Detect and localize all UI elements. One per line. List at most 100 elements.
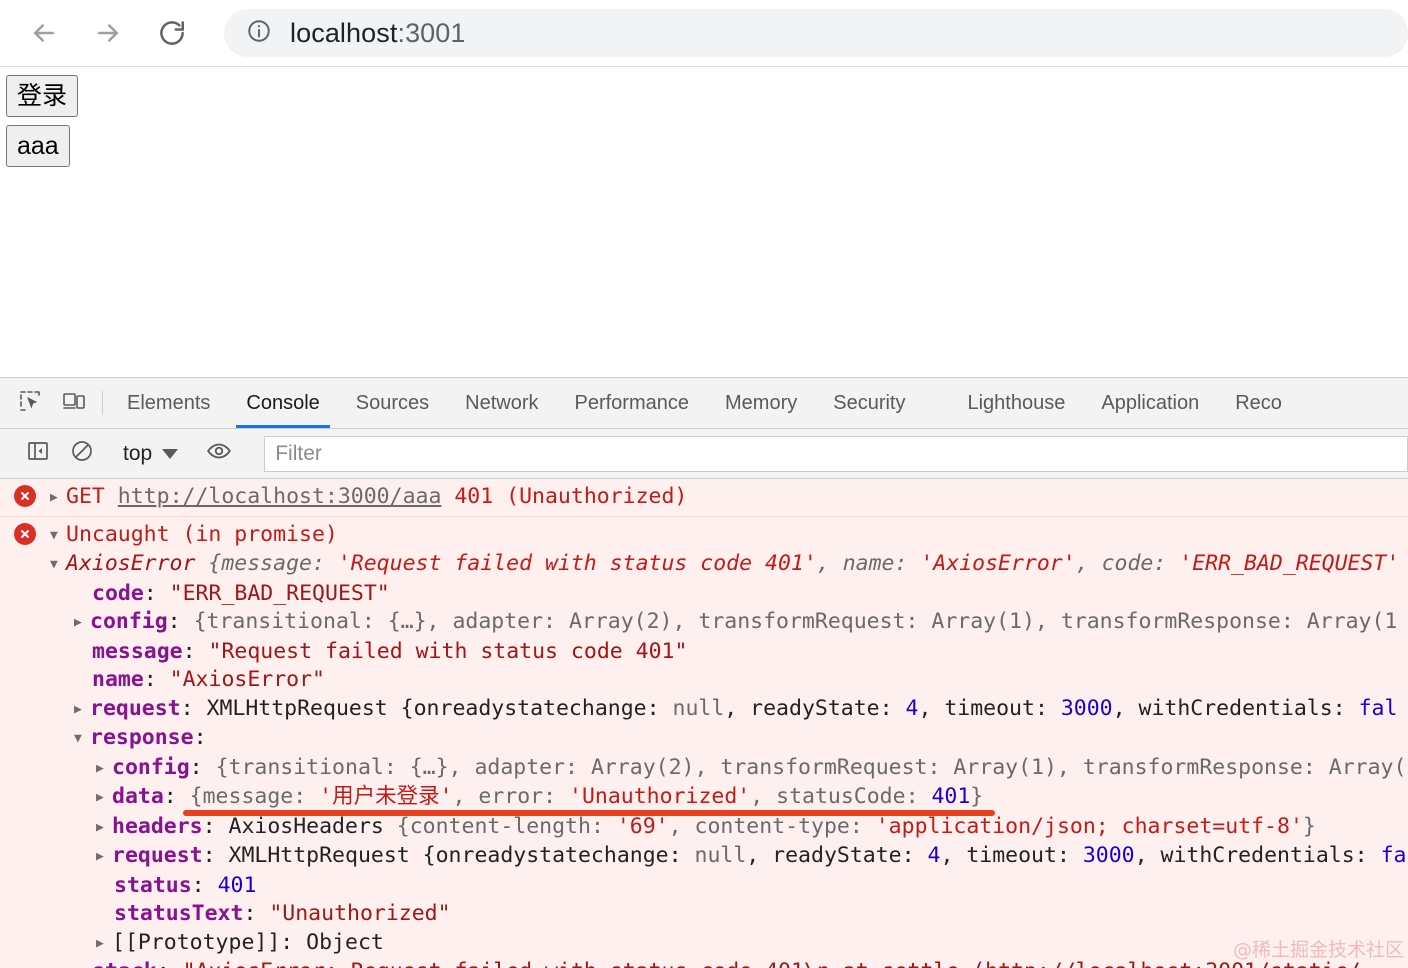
prop-key-code: code <box>92 580 144 606</box>
tab-network[interactable]: Network <box>447 378 556 428</box>
expand-triangle-icon[interactable]: ▶ <box>96 843 112 872</box>
type-axiosheaders: AxiosHeaders <box>228 813 397 839</box>
prop-key-name: name <box>92 667 144 692</box>
collapse-triangle-icon[interactable]: ▼ <box>50 551 66 580</box>
execution-context-select[interactable]: top <box>117 442 184 466</box>
prop-val-prototype: Object <box>306 929 384 955</box>
prop-key-response-data: data <box>112 784 164 809</box>
status-text: (Unauthorized) <box>506 484 688 509</box>
reload-icon <box>157 18 187 48</box>
expand-triangle-icon[interactable]: ▶ <box>50 484 66 513</box>
separator: , <box>1075 551 1102 576</box>
prop-key-config: config <box>90 609 168 634</box>
expand-triangle-icon[interactable]: ▶ <box>74 609 90 638</box>
prop-key-statustext: statusText <box>114 901 244 926</box>
arrow-left-icon <box>29 18 59 48</box>
expand-triangle-icon[interactable]: ▶ <box>96 930 112 959</box>
expand-triangle-icon[interactable]: ▶ <box>96 814 112 843</box>
key-error: , error: <box>452 784 570 809</box>
brace: } <box>1302 813 1316 839</box>
tab-performance[interactable]: Performance <box>557 378 708 428</box>
tab-security[interactable]: Security <box>815 378 923 428</box>
console-toolbar: top <box>0 429 1408 479</box>
prop-val-name: 'AxiosError' <box>907 551 1076 576</box>
info-circle-icon[interactable] <box>246 18 272 49</box>
value-statuscode: 401 <box>931 784 971 809</box>
tab-label: Console <box>246 391 320 414</box>
console-message-uncaught-error[interactable]: ▼ Uncaught (in promise) ▼ AxiosError {mess… <box>0 517 1408 968</box>
tab-sources[interactable]: Sources <box>338 378 447 428</box>
expand-triangle-icon[interactable]: ▶ <box>96 755 112 784</box>
prop-key-name: name: <box>842 551 908 576</box>
tab-label: Network <box>465 391 539 414</box>
inspect-element-button[interactable] <box>8 378 52 428</box>
prop-key-request: request <box>90 695 181 721</box>
tab-label: Reco <box>1235 391 1282 414</box>
console-filter-input[interactable] <box>264 435 1408 472</box>
tab-recorder[interactable]: Reco <box>1217 378 1300 428</box>
expand-triangle-icon[interactable]: ▶ <box>74 696 90 725</box>
tab-label: Elements <box>127 391 211 414</box>
back-button[interactable] <box>20 9 68 57</box>
brace: } <box>970 784 984 809</box>
browser-toolbar: localhost:3001 <box>0 0 1408 67</box>
tab-memory[interactable]: Memory <box>707 378 815 428</box>
prop-key-message: message: <box>221 551 325 576</box>
prop-key-response-config: config <box>112 754 190 780</box>
prop-key-message: message <box>92 638 183 664</box>
prop-val-response-config: {transitional: {…}, adapter: Array(2), t… <box>215 754 1407 780</box>
forward-button[interactable] <box>84 9 132 57</box>
collapse-triangle-icon[interactable]: ▼ <box>50 522 66 551</box>
value-null: null <box>672 695 725 721</box>
key-statuscode: , statusCode: <box>750 784 932 809</box>
error-type-name: AxiosError <box>66 551 196 576</box>
prop-val-name: "AxiosError" <box>169 667 326 692</box>
url-port: :3001 <box>397 17 466 48</box>
prop-key-response-headers: headers <box>112 813 203 839</box>
brace: {message: <box>189 784 320 809</box>
toolbar-divider <box>102 391 103 415</box>
prop-val-code: 'ERR_BAD_REQUEST' <box>1166 551 1400 576</box>
live-expression-button[interactable] <box>197 438 241 469</box>
devtools-tabbar: Elements Console Sources Network Perform… <box>0 378 1408 429</box>
prop-val-message: "Request failed with status code 401" <box>208 638 688 664</box>
live-expression-icon <box>206 438 232 469</box>
collapse-triangle-icon[interactable]: ▼ <box>74 725 90 754</box>
url-host: localhost <box>290 17 398 48</box>
tab-label: Application <box>1101 391 1200 414</box>
prop-val-message: 'Request failed with status code 401' <box>324 551 817 576</box>
expand-triangle-icon[interactable]: ▶ <box>96 784 112 813</box>
console-output[interactable]: ▶ GET http://localhost:3000/aaa 401 (Unau… <box>0 479 1408 968</box>
devtools-panel: Elements Console Sources Network Perform… <box>0 377 1408 968</box>
reload-button[interactable] <box>148 9 196 57</box>
request-url-link[interactable]: http://localhost:3000/aaa <box>118 484 442 509</box>
tab-lighthouse[interactable]: Lighthouse <box>949 378 1083 428</box>
inspect-element-icon <box>18 389 42 418</box>
arrow-right-icon <box>93 18 123 48</box>
console-message-network-error[interactable]: ▶ GET http://localhost:3000/aaa 401 (Unau… <box>0 479 1408 517</box>
prop-key-prototype: [[Prototype]] <box>112 929 281 955</box>
clear-console-button[interactable] <box>60 439 104 468</box>
response-data-row[interactable]: ▶ data: {message: '用户未登录', error: 'Unauth… <box>0 783 1408 813</box>
aaa-button[interactable]: aaa <box>6 125 70 167</box>
tab-label: Security <box>833 391 906 414</box>
address-bar[interactable]: localhost:3001 <box>224 9 1408 57</box>
tab-label: Performance <box>574 391 690 414</box>
prop-val-config: {transitional: {…}, adapter: Array(2), t… <box>193 609 1398 634</box>
device-toolbar-icon <box>62 389 86 418</box>
login-button[interactable]: 登录 <box>6 75 79 117</box>
brace: { <box>195 551 222 576</box>
console-sidebar-button[interactable] <box>16 439 60 468</box>
separator: , withCredentials: <box>1134 843 1381 868</box>
separator: , withCredentials: <box>1112 695 1359 721</box>
prop-val-status: 401 <box>217 872 257 898</box>
value-timeout: 3000 <box>1082 843 1135 868</box>
tab-elements[interactable]: Elements <box>109 378 228 428</box>
tab-console[interactable]: Console <box>228 378 337 428</box>
value-message-cn: '用户未登录' <box>319 784 453 809</box>
separator: , <box>816 551 843 576</box>
chevron-down-icon <box>162 448 179 459</box>
clear-console-icon <box>70 439 94 468</box>
device-toolbar-button[interactable] <box>52 378 96 428</box>
tab-application[interactable]: Application <box>1083 378 1217 428</box>
